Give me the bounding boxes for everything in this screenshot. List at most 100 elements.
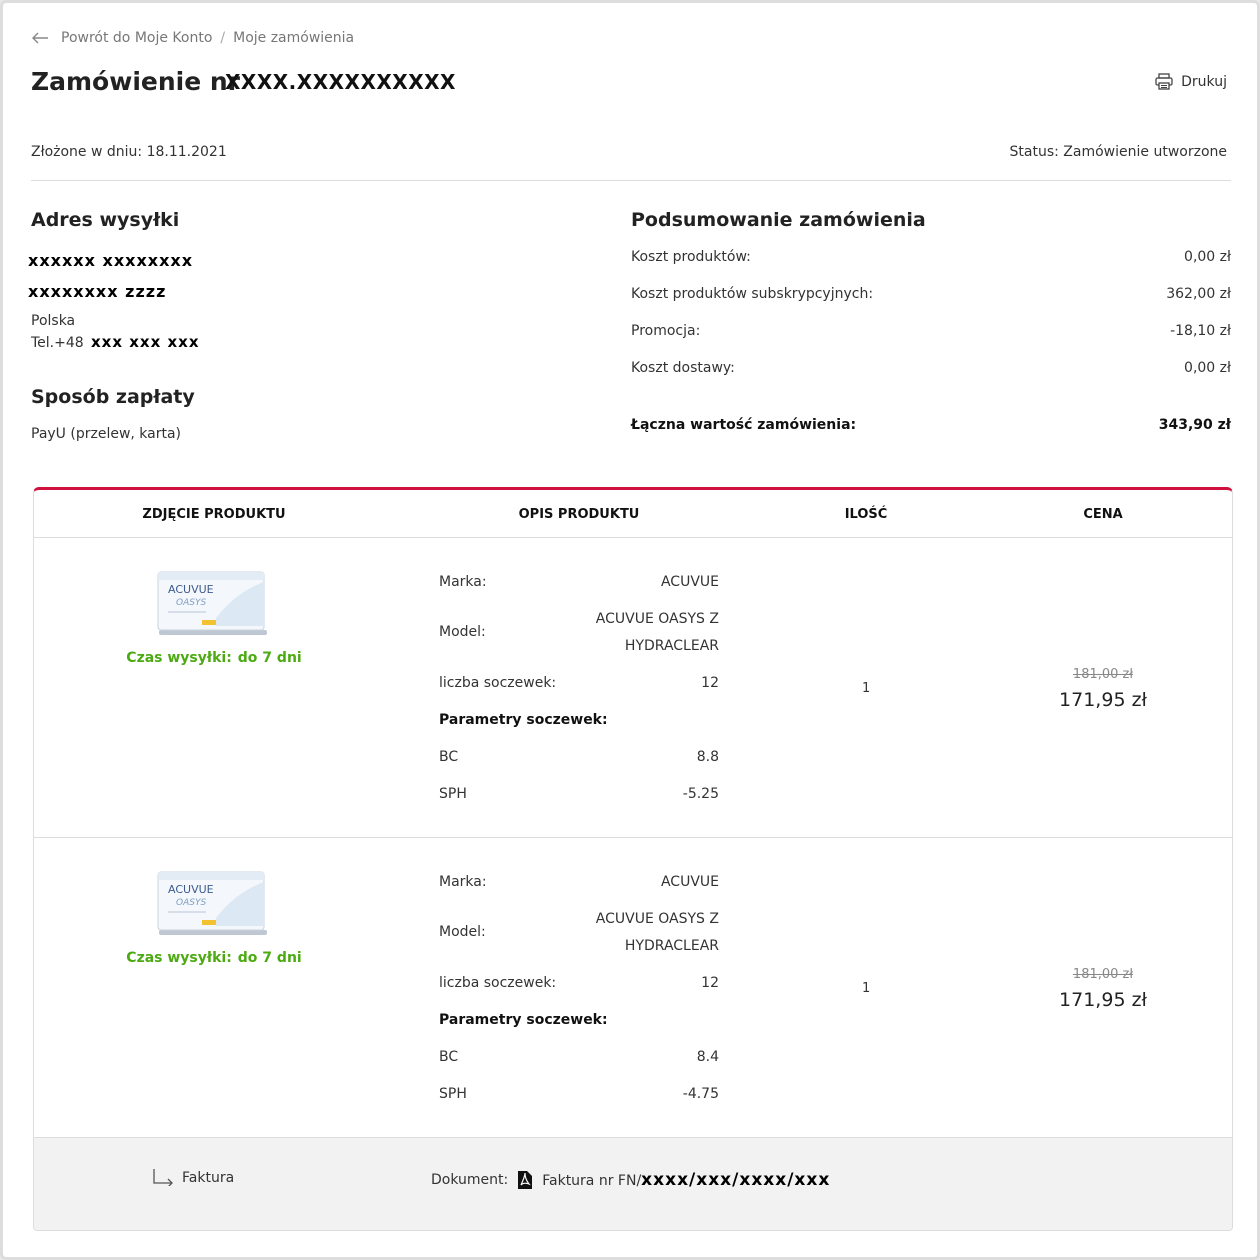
summary-total-value: 343,90 zł [1158, 417, 1231, 433]
brand-value: ACUVUE [660, 874, 719, 890]
sph-label: SPH [439, 786, 467, 802]
lens-params-label: Parametry soczewek: [439, 1012, 608, 1028]
product-box-brand: ACUVUE [168, 583, 214, 596]
summary-row: Koszt produktów subskrypcyjnych: 362,00 … [631, 286, 1231, 302]
breadcrumb-separator: / [220, 30, 226, 46]
address-phone-prefix: Tel.+48 [31, 335, 84, 351]
quantity-value: 1 [862, 681, 871, 696]
invoice-footer: Faktura Dokument: Faktura nr FN/xxxx/xxx… [34, 1138, 1232, 1230]
column-header-photo: ZDJĘCIE PRODUKTU [142, 507, 286, 522]
address-street: xxxxxxxx zzzz [28, 282, 167, 301]
products-table: ZDJĘCIE PRODUKTU OPIS PRODUKTU ILOŚĆ CEN… [33, 487, 1233, 1231]
bc-label: BC [439, 1049, 459, 1065]
summary-label: Koszt produktów subskrypcyjnych: [631, 286, 874, 302]
divider [31, 180, 1231, 181]
shipping-label: Czas wysyłki: [126, 950, 232, 966]
product-image[interactable]: ACUVUE OASYS [156, 868, 268, 936]
page-title: Zamówienie nr [31, 67, 240, 96]
price: 171,95 zł [1059, 689, 1147, 711]
model-label: Model: [439, 624, 486, 640]
print-button[interactable]: Drukuj [1155, 73, 1227, 90]
breadcrumb: Powrót do Moje Konto / Moje zamówienia [31, 30, 354, 46]
back-link[interactable]: Powrót do Moje Konto [61, 30, 212, 46]
shipping-time: Czas wysyłki: do 7 dni [126, 650, 301, 666]
summary-total-label: Łączna wartość zamówienia: [631, 417, 857, 433]
document-label: Dokument: [431, 1172, 509, 1188]
table-header: ZDJĘCIE PRODUKTU OPIS PRODUKTU ILOŚĆ CEN… [34, 490, 1232, 538]
table-row: ACUVUE OASYS Czas wysyłki: do 7 dni Marka… [34, 838, 1232, 1138]
summary-value: 0,00 zł [1184, 360, 1231, 376]
lens-count-label: liczba soczewek: [439, 675, 557, 691]
column-header-price: CENA [1083, 507, 1123, 522]
address-phone: xxx xxx xxx [91, 333, 200, 351]
product-description: Marka: ACUVUE Model: ACUVUE OASYS Z HYDR… [439, 874, 719, 1124]
summary-total-row: Łączna wartość zamówienia: 343,90 zł [631, 417, 1231, 433]
brand-value: ACUVUE [660, 574, 719, 590]
column-header-description: OPIS PRODUKTU [518, 507, 640, 522]
invoice-prefix: Faktura nr FN/ [542, 1173, 642, 1189]
summary-label: Koszt dostawy: [631, 360, 735, 376]
sph-label: SPH [439, 1086, 467, 1102]
summary-label: Promocja: [631, 323, 701, 339]
lens-count-value: 12 [701, 975, 719, 991]
model-value-line1: ACUVUE OASYS Z [595, 611, 719, 627]
invoice-document: Dokument: Faktura nr FN/xxxx/xxx/xxxx/xx… [431, 1170, 830, 1190]
pdf-icon[interactable] [516, 1170, 534, 1190]
invoice-link[interactable]: Faktura nr FN/xxxx/xxx/xxxx/xxx [542, 1170, 830, 1190]
model-value-line1: ACUVUE OASYS Z [595, 911, 719, 927]
product-box-line: OASYS [176, 598, 206, 608]
summary-heading: Podsumowanie zamówienia [631, 209, 926, 231]
old-price: 181,00 zł [1072, 967, 1134, 982]
lens-count-label: liczba soczewek: [439, 975, 557, 991]
old-price: 181,00 zł [1072, 667, 1134, 682]
order-date: Złożone w dniu: 18.11.2021 [31, 144, 227, 160]
shipping-value: do 7 dni [237, 650, 302, 666]
invoice-number: xxxx/xxx/xxxx/xxx [641, 1170, 831, 1190]
lens-count-value: 12 [701, 675, 719, 691]
summary-label: Koszt produktów: [631, 249, 751, 265]
summary-row: Koszt produktów: 0,00 zł [631, 249, 1231, 265]
brand-label: Marka: [439, 574, 487, 590]
shipping-value: do 7 dni [237, 950, 302, 966]
summary-value: 362,00 zł [1166, 286, 1231, 302]
order-number: XXXX.XXXXXXXXXX [225, 70, 456, 94]
arrow-left-icon[interactable] [31, 31, 49, 45]
bc-value: 8.4 [696, 1049, 719, 1065]
address-heading: Adres wysyłki [31, 209, 180, 231]
bc-value: 8.8 [696, 749, 719, 765]
product-box-brand: ACUVUE [168, 883, 214, 896]
printer-icon [1155, 73, 1173, 90]
order-status: Status: Zamówienie utworzone [1009, 144, 1227, 160]
table-row: ACUVUE OASYS Czas wysyłki: do 7 dni Marka… [34, 538, 1232, 838]
summary-value: -18,10 zł [1170, 323, 1231, 339]
product-description: Marka: ACUVUE Model: ACUVUE OASYS Z HYDR… [439, 574, 719, 824]
bc-label: BC [439, 749, 459, 765]
address-country: Polska [31, 313, 76, 329]
model-value-line2: HYDRACLEAR [624, 638, 719, 654]
payment-method: PayU (przelew, karta) [31, 426, 182, 442]
model-label: Model: [439, 924, 486, 940]
payment-heading: Sposób zapłaty [31, 386, 195, 408]
product-image[interactable]: ACUVUE OASYS [156, 568, 268, 636]
summary-row: Koszt dostawy: 0,00 zł [631, 360, 1231, 376]
summary-value: 0,00 zł [1184, 249, 1231, 265]
breadcrumb-current[interactable]: Moje zamówienia [233, 30, 354, 46]
model-value-line2: HYDRACLEAR [624, 938, 719, 954]
invoice-label: Faktura [182, 1170, 235, 1186]
sph-value: -5.25 [682, 786, 719, 802]
invoice-label-group: Faktura [152, 1168, 234, 1186]
shipping-time: Czas wysyłki: do 7 dni [126, 950, 301, 966]
column-header-quantity: ILOŚĆ [844, 507, 888, 522]
sph-value: -4.75 [682, 1086, 719, 1102]
brand-label: Marka: [439, 874, 487, 890]
price: 171,95 zł [1059, 989, 1147, 1011]
shipping-label: Czas wysyłki: [126, 650, 232, 666]
page: Powrót do Moje Konto / Moje zamówienia Z… [0, 0, 1260, 1260]
print-label: Drukuj [1181, 73, 1227, 90]
product-box-line: OASYS [176, 898, 206, 908]
summary-row: Promocja: -18,10 zł [631, 323, 1231, 339]
lens-params-label: Parametry soczewek: [439, 712, 608, 728]
address-name: xxxxxx xxxxxxxx [28, 251, 194, 270]
quantity-value: 1 [862, 981, 871, 996]
return-arrow-icon [153, 1169, 173, 1186]
